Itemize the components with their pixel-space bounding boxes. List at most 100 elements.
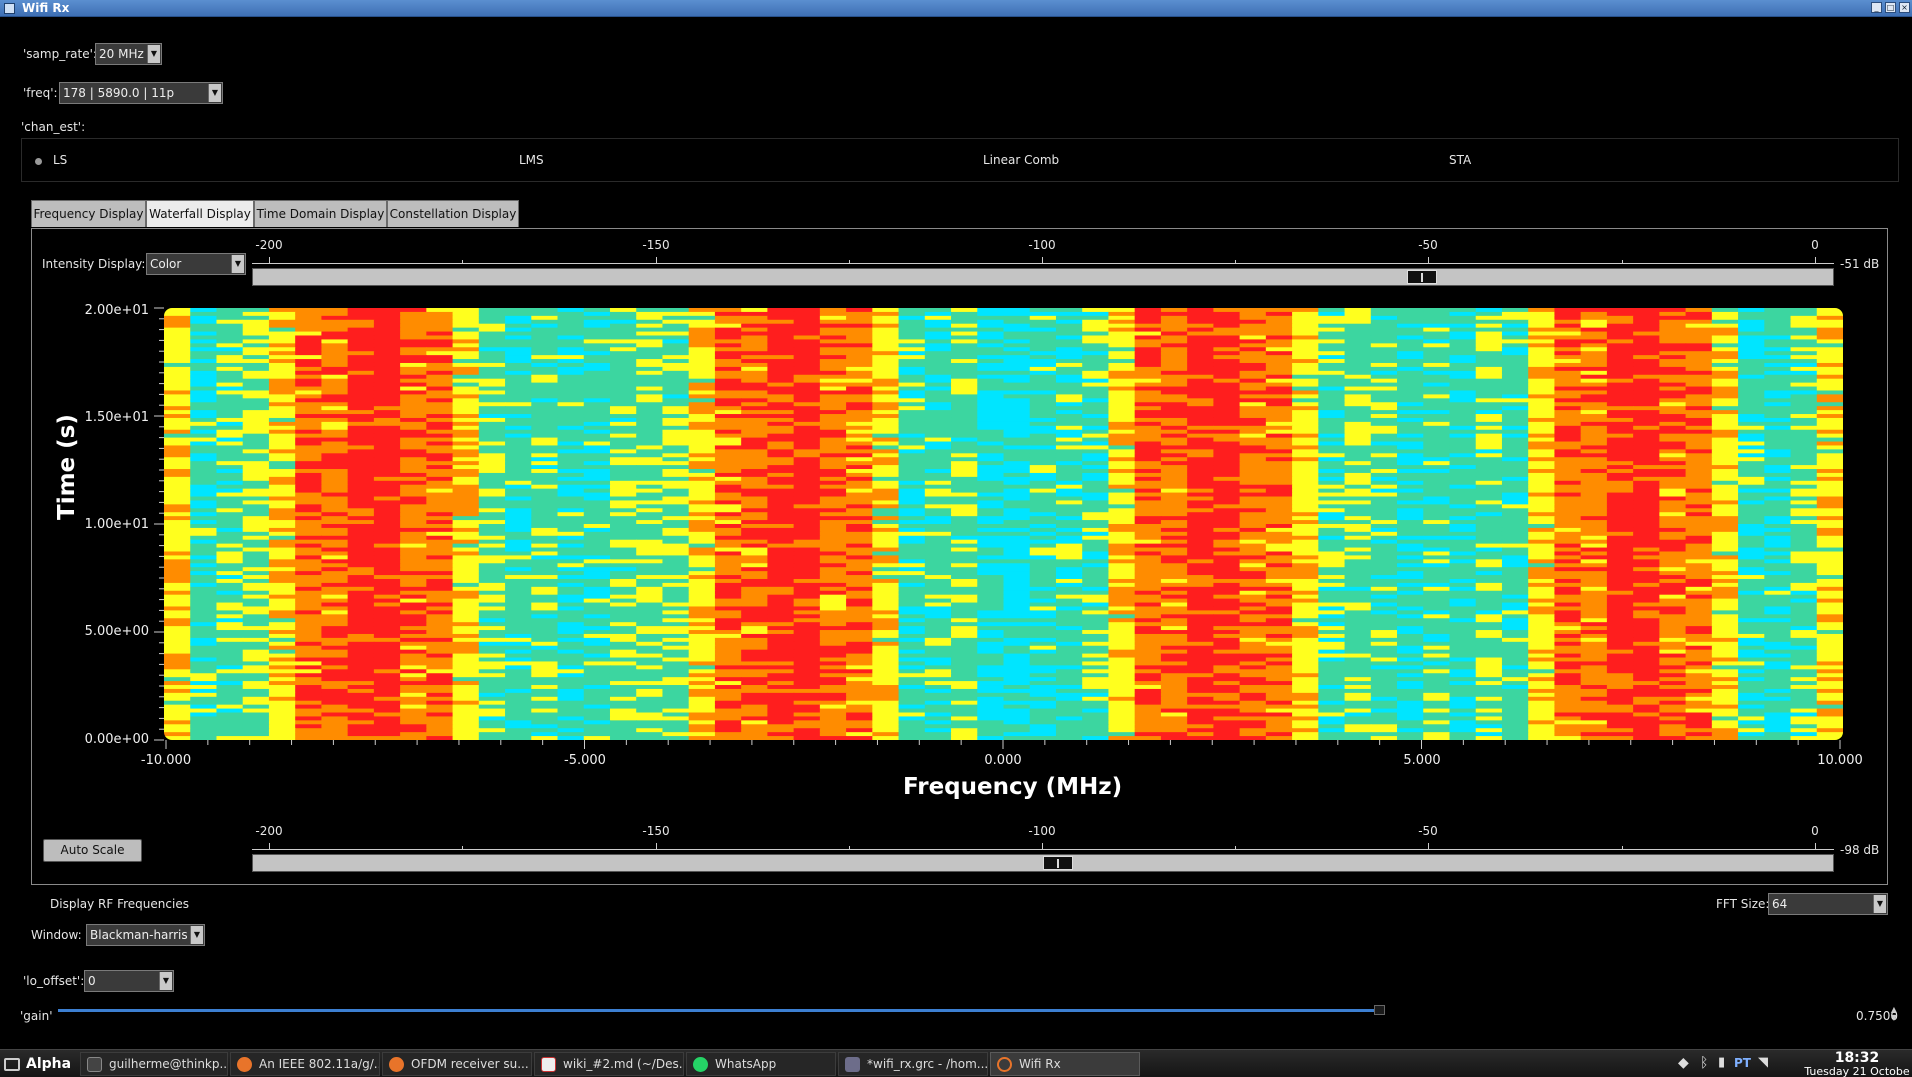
heatmap-cell (714, 480, 742, 486)
heatmap-cell (1501, 441, 1529, 447)
heatmap-cell (1108, 421, 1136, 427)
heatmap-cell (452, 410, 480, 415)
heatmap-cell (164, 610, 191, 615)
heatmap-cell (793, 543, 821, 549)
heatmap-cell (505, 563, 532, 568)
heatmap-cell (1344, 311, 1372, 317)
close-icon[interactable]: × (1899, 2, 1910, 13)
heatmap-cell (1134, 398, 1162, 403)
tab-constellation-display[interactable]: Constellation Display (387, 200, 519, 227)
heatmap-cell (1265, 374, 1293, 380)
heatmap-cell (1134, 476, 1162, 482)
heatmap-cell (924, 311, 952, 317)
heatmap-cell (819, 484, 847, 490)
heatmap-cell (400, 504, 427, 509)
heatmap-cell (1423, 551, 1451, 557)
heatmap-cell (1501, 476, 1529, 482)
radio-selected-icon[interactable] (35, 158, 42, 165)
heatmap-cell (767, 461, 795, 466)
heatmap-cell (557, 594, 585, 600)
heatmap-cell (426, 319, 454, 325)
heatmap-cell (583, 390, 611, 395)
upper-intensity-slider[interactable] (252, 268, 1834, 286)
heatmap-cell (1055, 382, 1083, 388)
heatmap-cell (1370, 425, 1398, 431)
heatmap-cell (1816, 469, 1843, 474)
minimize-icon[interactable]: _ (1871, 2, 1882, 13)
heatmap-cell (1029, 563, 1057, 568)
heatmap-cell (819, 586, 847, 592)
heatmap-cell (1187, 343, 1214, 348)
heatmap-cell (1711, 476, 1739, 482)
heatmap-cell (1764, 394, 1792, 399)
heatmap-cell (268, 484, 296, 490)
heatmap-cell (1816, 362, 1843, 368)
heatmap-cell (164, 390, 191, 395)
heatmap-cell (1370, 567, 1398, 572)
heatmap-cell (872, 512, 900, 517)
heatmap-cell (1554, 410, 1582, 415)
window-titlebar[interactable]: Wifi Rx _ □ × (0, 0, 1912, 17)
heatmap-cell (793, 351, 821, 356)
waterfall-plot[interactable] (164, 308, 1843, 740)
heatmap-cell (1580, 374, 1608, 380)
heatmap-cell (583, 594, 611, 600)
heatmap-cell (1029, 414, 1057, 419)
heatmap-cell (977, 453, 1005, 458)
heatmap-cell (819, 355, 847, 360)
heatmap-cell (242, 480, 270, 486)
chan-est-option-lms[interactable]: LMS (519, 153, 544, 167)
heatmap-cell (190, 410, 218, 415)
chan-est-option-ls[interactable]: LS (53, 153, 67, 167)
intensity-display-select[interactable]: Color ▼ (146, 253, 246, 275)
heatmap-cell (1738, 335, 1765, 341)
heatmap-cell (767, 551, 795, 557)
heatmap-cell (1265, 551, 1293, 557)
tab-frequency-display[interactable]: Frequency Display (31, 200, 146, 227)
heatmap-cell (373, 539, 401, 545)
heatmap-cell (1265, 590, 1293, 596)
heatmap-cell (190, 551, 218, 557)
samp-rate-select[interactable]: 20 MHz ▼ (95, 43, 162, 65)
chan-est-option-sta[interactable]: STA (1449, 153, 1471, 167)
heatmap-cell (1711, 390, 1739, 395)
heatmap-cell (1764, 571, 1792, 576)
heatmap-cell (373, 598, 401, 604)
heatmap-cell (1790, 500, 1818, 505)
heatmap-cell (1108, 335, 1136, 341)
heatmap-cell (1606, 374, 1634, 380)
heatmap-cell (1738, 531, 1765, 537)
upper-intensity-slider-handle[interactable] (1406, 270, 1437, 284)
heatmap-cell (1554, 606, 1582, 611)
heatmap-cell (1501, 598, 1529, 604)
heatmap-cell (951, 370, 978, 376)
heatmap-cell (819, 425, 847, 431)
heatmap-cell (1633, 531, 1660, 537)
chan-est-option-linear-comb[interactable]: Linear Comb (983, 153, 1059, 167)
heatmap-cell (609, 308, 637, 313)
heatmap-cell (531, 504, 559, 509)
heatmap-cell (1003, 586, 1031, 592)
heatmap-cell (846, 406, 873, 411)
heatmap-cell (1659, 606, 1687, 611)
heatmap-cell (295, 425, 322, 431)
heatmap-cell (557, 575, 585, 580)
maximize-icon[interactable]: □ (1885, 2, 1896, 13)
freq-select[interactable]: 178 | 5890.0 | 11p ▼ (59, 82, 223, 104)
heatmap-cell (1790, 527, 1818, 533)
tab-time-domain-display[interactable]: Time Domain Display (254, 200, 387, 227)
heatmap-cell (1082, 335, 1110, 341)
heatmap-cell (400, 323, 427, 329)
tab-waterfall-display[interactable]: Waterfall Display (146, 200, 254, 227)
heatmap-cell (1082, 308, 1110, 313)
heatmap-cell (400, 539, 427, 545)
heatmap-cell (400, 351, 427, 356)
heatmap-cell (1711, 343, 1739, 348)
heatmap-cell (1160, 602, 1188, 608)
heatmap-cell (1160, 414, 1188, 419)
heatmap-cell (1344, 359, 1372, 364)
heatmap-cell (609, 406, 637, 411)
heatmap-cell (242, 453, 270, 458)
heatmap-cell (373, 567, 401, 572)
heatmap-cell (1423, 578, 1451, 584)
